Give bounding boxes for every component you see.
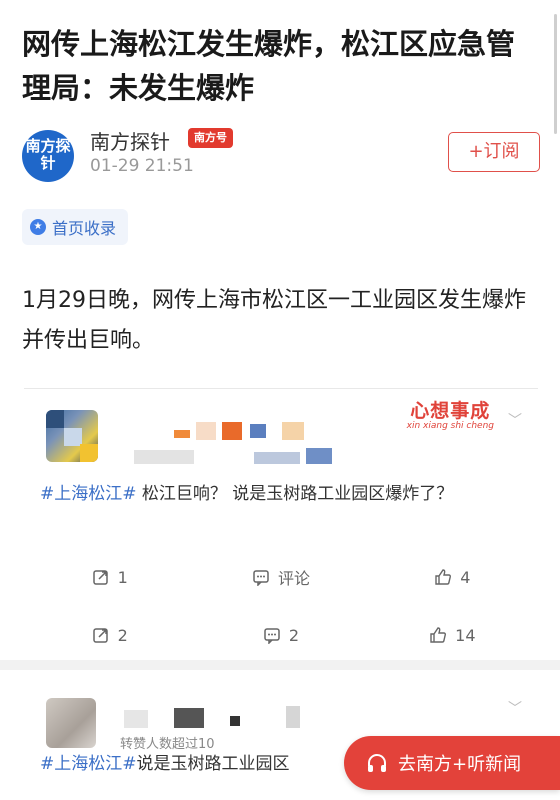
thumbs-up-icon (435, 569, 452, 585)
divider (24, 388, 538, 389)
blurred-username (124, 710, 148, 728)
author-row: 南方探针 南方探针 南方号 01-29 21:51 +订阅 (22, 124, 542, 184)
post-separator (0, 660, 560, 670)
post-actions-row: 1 评论 4 (24, 562, 538, 592)
comment-label: 评论 (277, 569, 310, 588)
repost-count: 1 (117, 567, 128, 587)
repost-button[interactable]: 2 (24, 620, 195, 650)
post-text: #上海松江#说是玉树路工业园区 (40, 750, 290, 779)
like-button[interactable]: 14 (367, 620, 538, 650)
post-body: 说是玉树路工业园区 (136, 754, 290, 774)
author-name[interactable]: 南方探针 (90, 126, 170, 155)
star-icon: ★ (30, 219, 46, 235)
blurred-meta (134, 450, 194, 464)
like-count: 4 (460, 567, 471, 587)
author-badge: 南方号 (188, 128, 233, 148)
post-avatar-pixelated (46, 698, 96, 748)
watermark-main: 心想事成 (410, 400, 491, 422)
blurred-username-block (250, 424, 266, 438)
hashtag-link[interactable]: #上海松江# (40, 484, 137, 504)
listen-news-label: 去南方+听新闻 (398, 754, 522, 775)
blurred-username (174, 430, 190, 438)
hashtag-link[interactable]: #上海松江# (40, 754, 137, 774)
blurred-username (174, 708, 204, 728)
subscribe-button[interactable]: +订阅 (448, 132, 540, 172)
like-button[interactable]: 4 (367, 562, 538, 592)
post-text: #上海松江# 松江巨响？ 说是玉树路工业园区爆炸了？ (40, 480, 518, 509)
article-paragraph: 1月29日晚，网传上海市松江区一工业园区发生爆炸并传出巨响。 (22, 288, 526, 353)
headphones-icon (368, 754, 386, 772)
share-icon (92, 628, 108, 643)
blurred-username (230, 716, 240, 726)
home-tag-label: 首页收录 (52, 219, 117, 238)
chevron-down-icon[interactable]: ﹀ (508, 410, 522, 430)
comment-icon (264, 628, 280, 644)
watermark-sub: xin xiang shi cheng (406, 421, 494, 431)
blurred-meta (306, 448, 332, 464)
repost-button[interactable]: 1 (24, 562, 195, 592)
blurred-meta (254, 452, 300, 464)
blurred-username-block (282, 422, 304, 440)
article-title: 网传上海松江发生爆炸，松江区应急管理局：未发生爆炸 (22, 27, 516, 105)
chevron-down-icon[interactable]: ﹀ (508, 698, 522, 718)
repost-count: 2 (117, 625, 128, 645)
comment-count: 2 (288, 625, 300, 645)
blurred-username (286, 706, 300, 728)
like-count: 14 (455, 625, 476, 645)
comment-button[interactable]: 评论 (195, 562, 366, 592)
post-avatar-pixelated (46, 410, 98, 462)
listen-news-button[interactable]: 去南方+听新闻 (344, 736, 560, 790)
thumbs-up-icon (430, 627, 447, 643)
post-body: 松江巨响？ 说是玉树路工业园区爆炸了？ (136, 484, 454, 504)
blurred-username-block (196, 422, 216, 440)
scrollbar[interactable] (554, 14, 557, 134)
home-featured-tag[interactable]: ★ 首页收录 (22, 209, 129, 245)
post-actions-row-2: 2 2 14 (24, 620, 538, 650)
watermark-stamp: 心想事成 xin xiang shi cheng (407, 396, 494, 431)
author-avatar[interactable]: 南方探针 (22, 130, 74, 182)
comment-button[interactable]: 2 (195, 620, 366, 650)
publish-time: 01-29 21:51 (90, 156, 194, 176)
share-icon (92, 570, 108, 585)
comment-icon (253, 570, 269, 586)
blurred-username-block (222, 422, 242, 440)
